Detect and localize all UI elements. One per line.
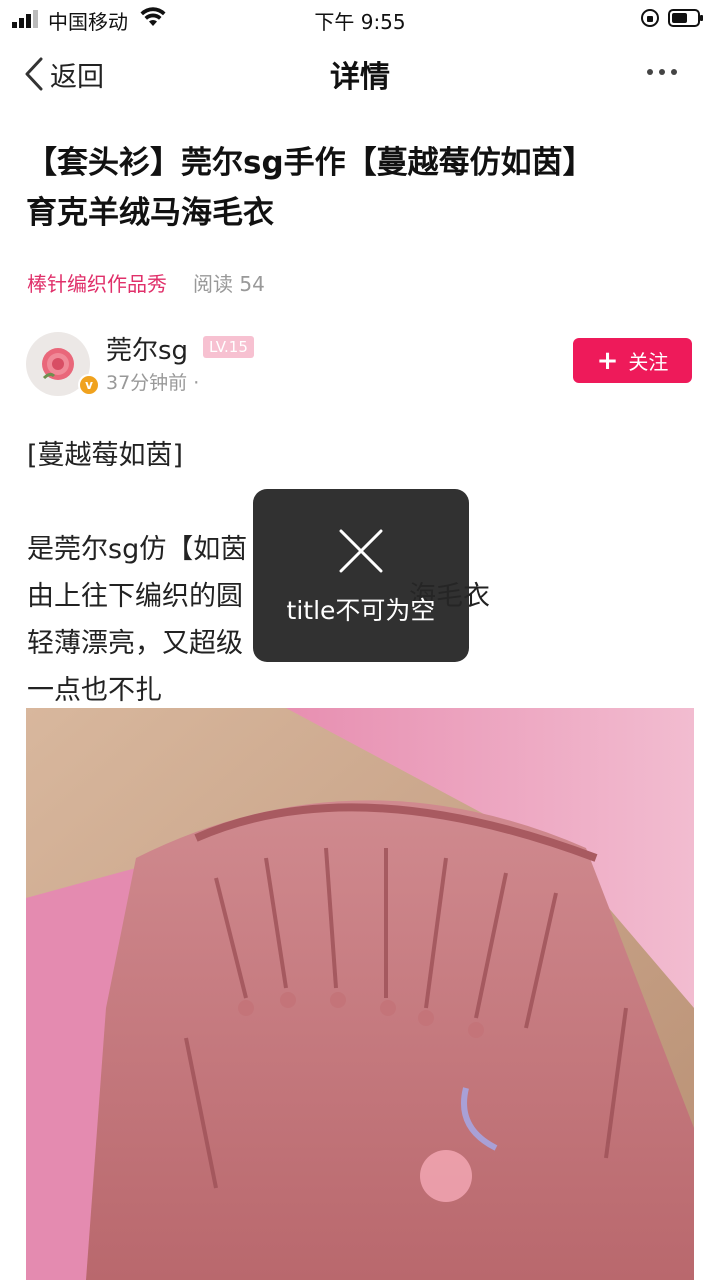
article-meta: 棒针编织作品秀 阅读 54 bbox=[27, 268, 265, 297]
follow-button[interactable]: + 关注 bbox=[573, 338, 692, 383]
status-time: 下午 9:55 bbox=[314, 10, 406, 34]
sweater-image bbox=[26, 708, 694, 1280]
error-toast: title不可为空 bbox=[253, 489, 469, 662]
post-time: 37分钟前 · bbox=[106, 372, 200, 394]
page-title: 详情 bbox=[330, 60, 390, 95]
author-name[interactable]: 莞尔sg bbox=[106, 330, 188, 367]
toast-message: title不可为空 bbox=[286, 596, 436, 625]
battery-icon bbox=[668, 9, 703, 27]
article-title-line: 育克羊绒马海毛衣 bbox=[26, 195, 274, 231]
rose-avatar-image bbox=[42, 348, 74, 380]
verified-badge: v bbox=[78, 374, 100, 396]
plus-icon: + bbox=[596, 345, 619, 376]
read-count: 阅读 54 bbox=[193, 272, 265, 296]
nav-bar: 返回 详情 bbox=[0, 36, 720, 112]
level-badge: LV.15 bbox=[203, 336, 254, 358]
body-line: 一点也不扎 bbox=[27, 675, 162, 706]
avatar[interactable]: v bbox=[26, 332, 100, 396]
article-title: 【套头衫】莞尔sg手作【蔓越莓仿如茵】 育克羊绒马海毛衣 bbox=[26, 138, 696, 238]
body-line-text: 由上往下编织的圆 bbox=[27, 581, 243, 612]
follow-label: 关注 bbox=[628, 350, 669, 374]
body-line: [蔓越莓如茵] bbox=[27, 440, 184, 471]
more-options-icon[interactable] bbox=[646, 62, 678, 82]
status-bar: 中国移动 下午 9:55 bbox=[0, 0, 720, 36]
rotation-lock-icon bbox=[641, 9, 659, 27]
category-link[interactable]: 棒针编织作品秀 bbox=[27, 268, 167, 297]
sweater-photo[interactable] bbox=[26, 708, 694, 1280]
article-title-line: 【套头衫】莞尔sg手作【蔓越莓仿如茵】 bbox=[26, 145, 594, 181]
close-icon bbox=[339, 529, 383, 573]
